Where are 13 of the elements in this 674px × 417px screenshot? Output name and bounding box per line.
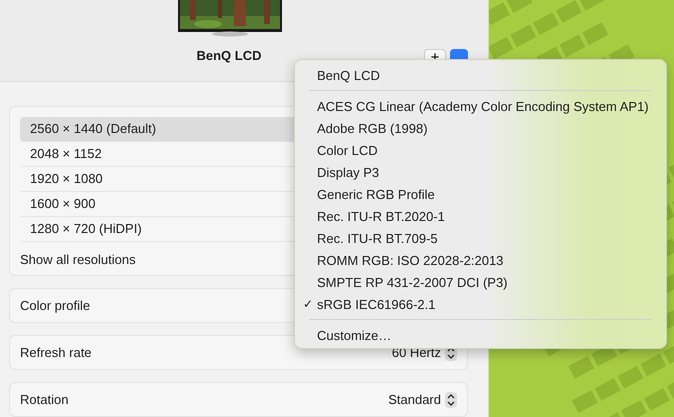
stepper-icon [445, 392, 457, 408]
menu-item[interactable]: SMPTE RP 431-2-2007 DCI (P3) [295, 271, 666, 293]
checkmark-icon: ✓ [303, 297, 317, 311]
menu-item[interactable]: Customize… [295, 324, 666, 346]
setting-label: Rotation [20, 392, 68, 407]
menu-item[interactable]: ✓ sRGB IEC61966-2.1 [295, 293, 666, 315]
setting-label: Color profile [20, 298, 90, 313]
display-name: BenQ LCD [196, 48, 262, 63]
menu-item[interactable]: ROMM RGB: ISO 22028-2:2013 [295, 249, 666, 271]
menu-item[interactable]: ACES CG Linear (Academy Color Encoding System AP1) [295, 95, 666, 117]
setting-value[interactable]: Standard [388, 392, 457, 408]
menu-item[interactable]: BenQ LCD [295, 64, 666, 86]
setting-label: Refresh rate [20, 345, 92, 360]
